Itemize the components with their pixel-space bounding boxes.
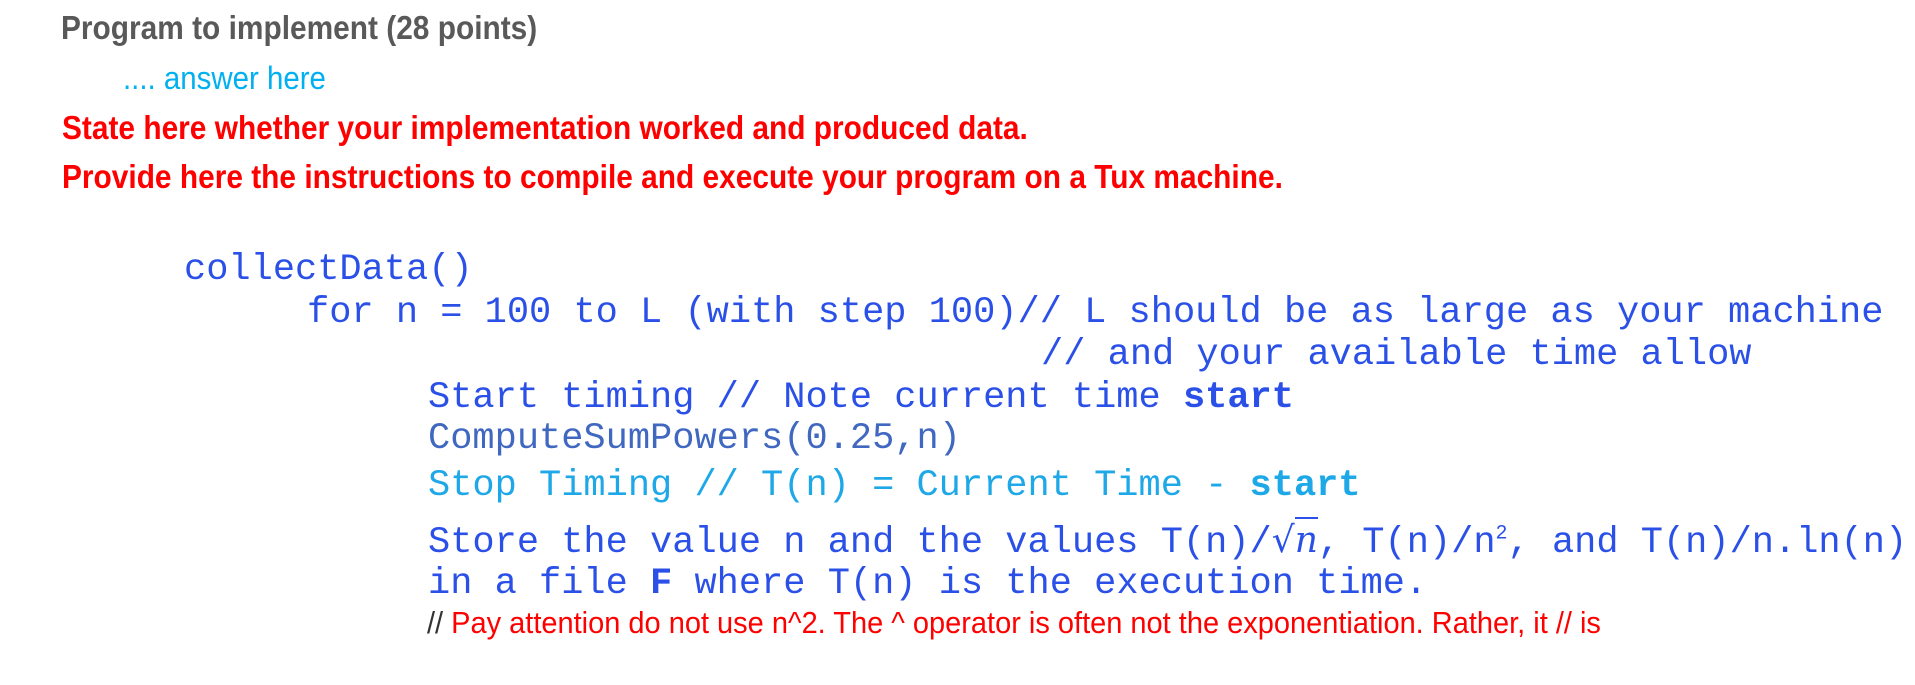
code-text: , and T(n)/n.ln(n) xyxy=(1507,522,1908,564)
comment-slashes: // xyxy=(427,605,444,640)
code-line-stop-timing: Stop Timing // T(n) = Current Time - sta… xyxy=(428,468,1361,505)
code-text: where T(n) is the execution time. xyxy=(672,563,1428,605)
code-note-warning: // Pay attention do not use n^2. The ^ o… xyxy=(427,607,1683,638)
code-text: in a file xyxy=(428,563,651,605)
code-line-file: in a file F where T(n) is the execution … xyxy=(428,566,1427,603)
answer-placeholder: .... answer here xyxy=(123,60,326,96)
code-line-function: collectData() xyxy=(184,249,473,291)
code-line-store: Store the value n and the values T(n)/√n… xyxy=(428,517,1908,564)
code-line-compute: ComputeSumPowers(0.25,n) xyxy=(428,418,961,460)
section-title: Program to implement (28 points) xyxy=(61,9,538,46)
superscript: 2 xyxy=(1495,522,1508,546)
math-variable-n: n xyxy=(1294,517,1318,561)
instruction-compile-execute: Provide here the instructions to compile… xyxy=(62,158,1283,195)
instruction-implementation-status: State here whether your implementation w… xyxy=(62,109,1028,146)
code-file-name: F xyxy=(650,563,673,605)
note-text: Pay attention do not use n^2. The ^ oper… xyxy=(443,605,1601,640)
code-line-start-timing: Start timing // Note current time start xyxy=(428,380,1294,417)
code-keyword-start: start xyxy=(1249,465,1361,507)
code-text: Stop Timing // T(n) = Current Time - xyxy=(428,465,1250,507)
code-text: Start timing // Note current time xyxy=(428,377,1183,419)
code-line-comment: // and your available time allow xyxy=(1041,334,1752,376)
code-keyword-start: start xyxy=(1182,377,1294,419)
code-line-for-loop: for n = 100 to L (with step 100)// L sho… xyxy=(307,292,1884,334)
sqrt-symbol: √ xyxy=(1271,520,1295,561)
code-text: Store the value n and the values T(n)/ xyxy=(428,522,1272,564)
code-text: , T(n)/n xyxy=(1317,522,1496,564)
